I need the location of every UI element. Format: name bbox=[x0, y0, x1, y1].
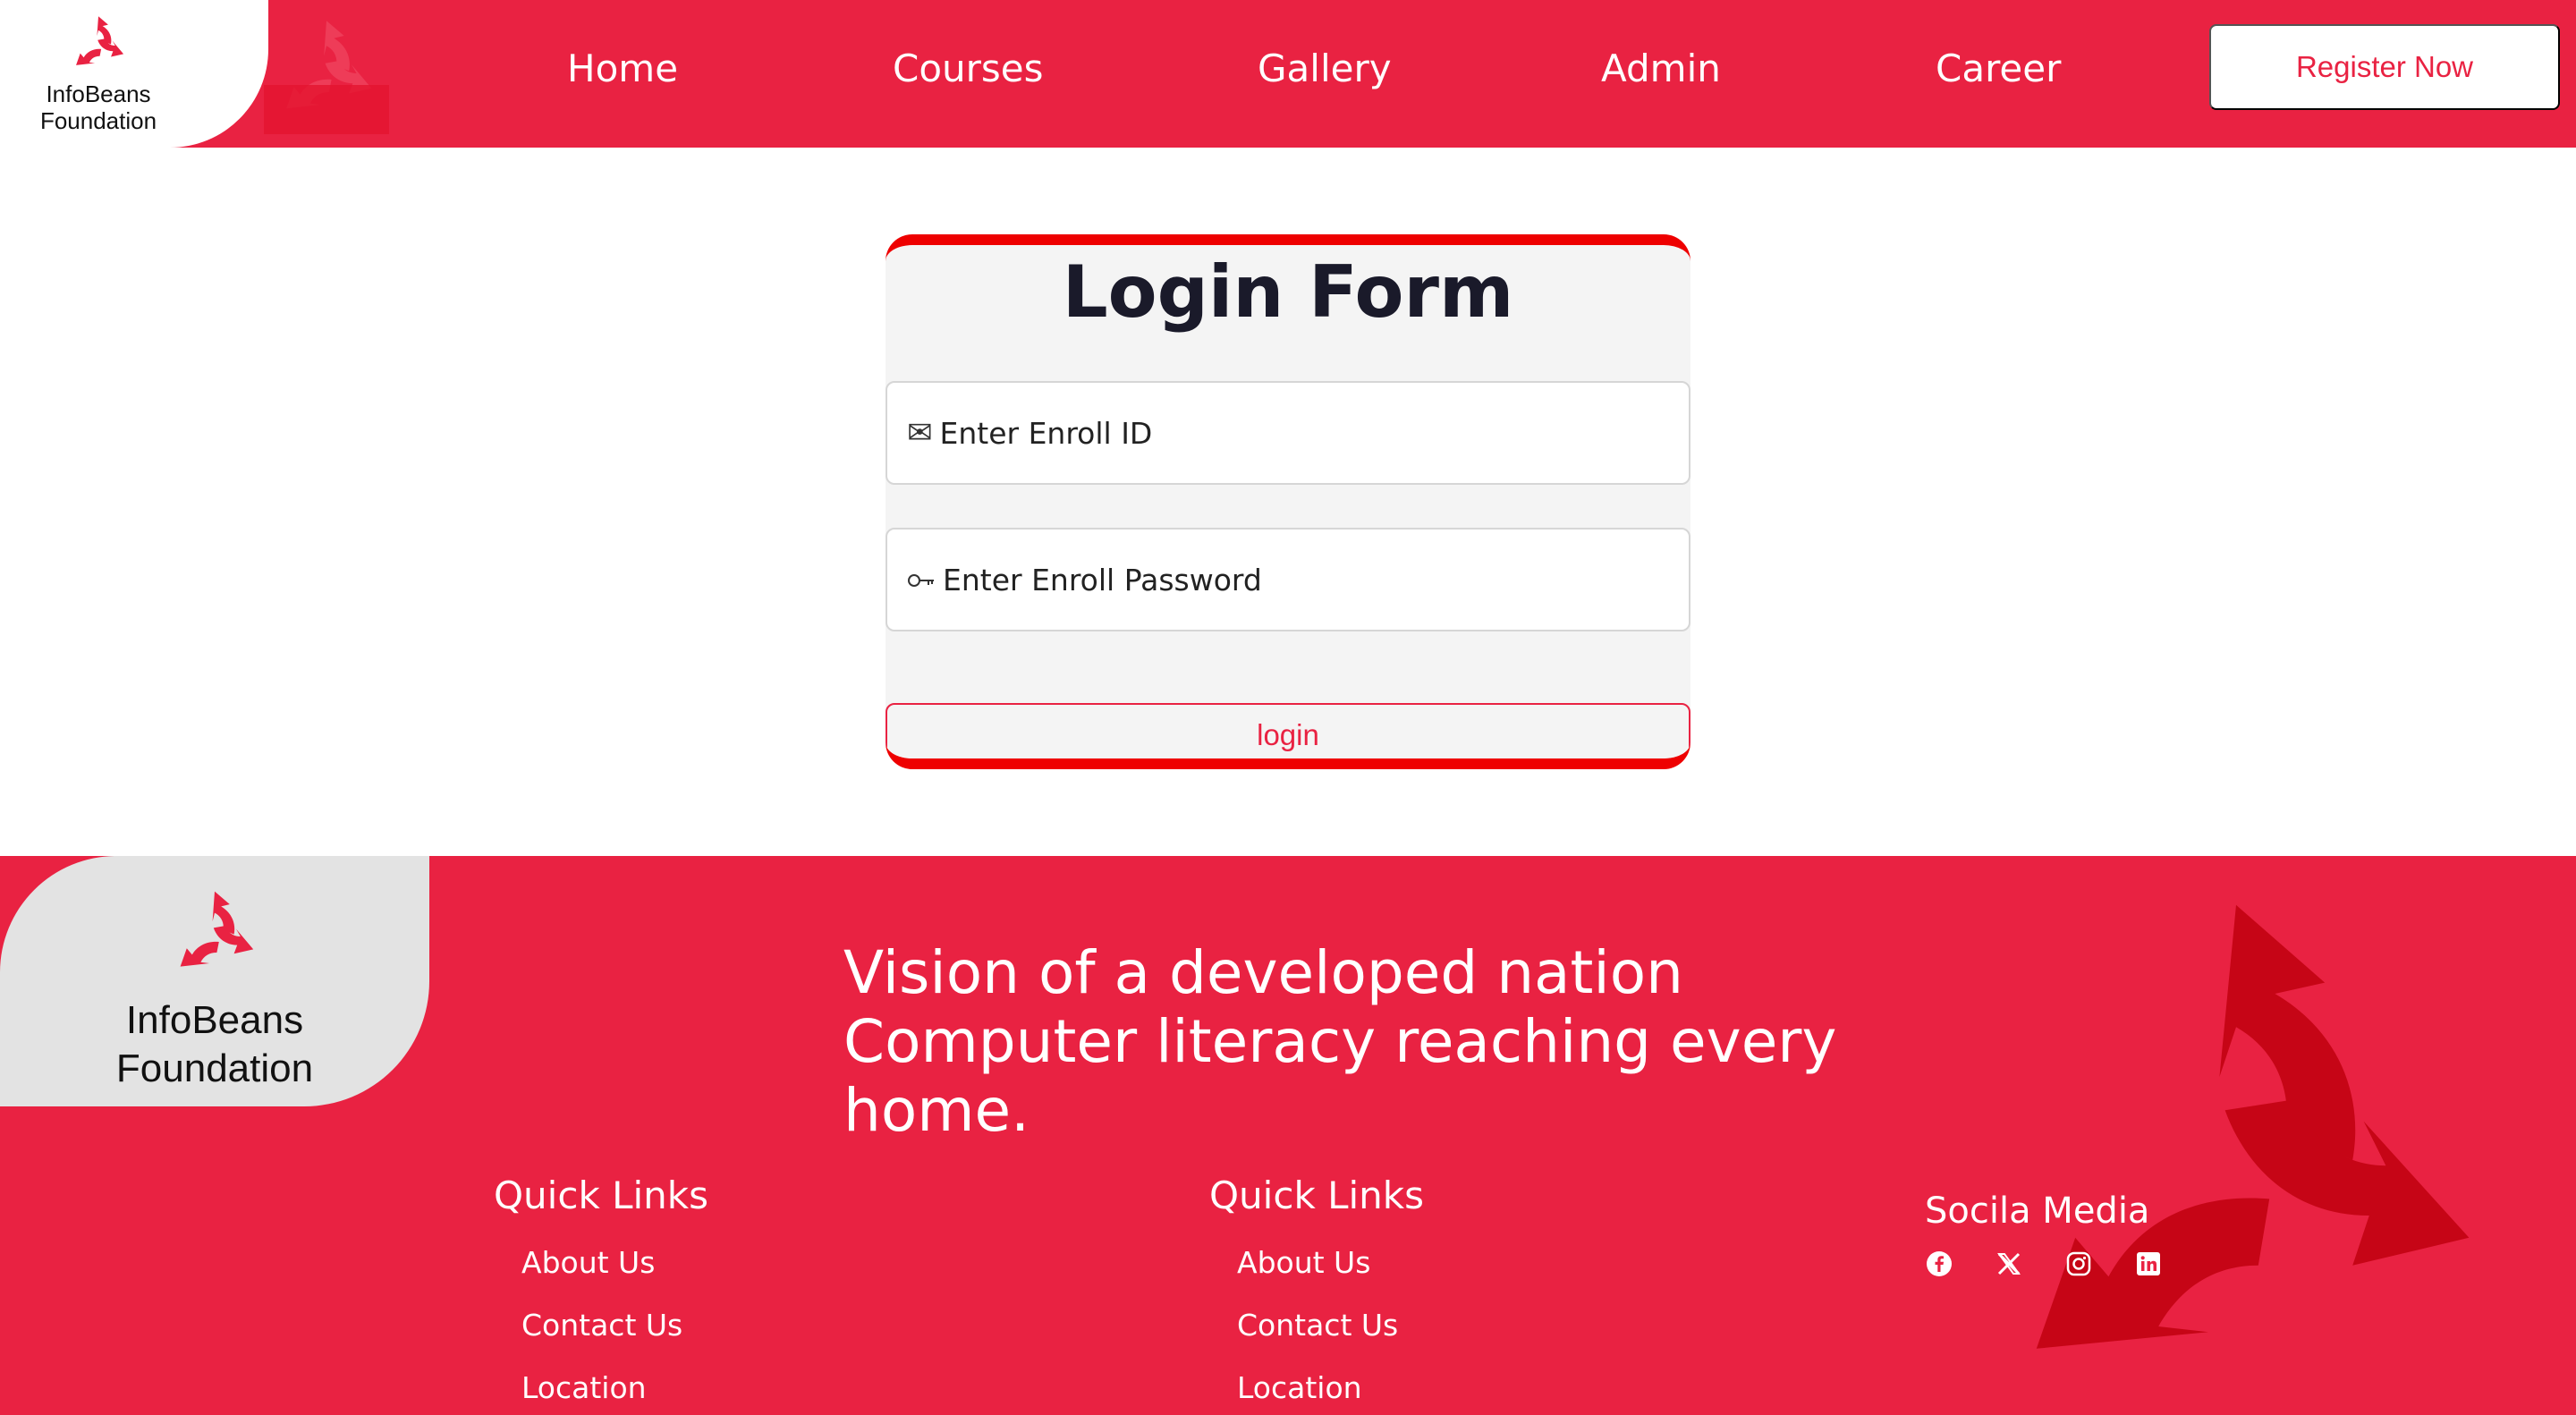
recycle-logo-icon bbox=[76, 16, 124, 65]
envelope-icon: ✉ bbox=[907, 415, 933, 451]
nav-gallery[interactable]: Gallery bbox=[1258, 47, 1392, 90]
quick-links-column-2: Quick Links About Us Contact Us Location bbox=[1209, 1174, 1478, 1415]
quick-links-column-1: Quick Links About Us Contact Us Location bbox=[494, 1174, 762, 1415]
footer-watermark-recycle-icon bbox=[2036, 904, 2470, 1349]
nav-admin[interactable]: Admin bbox=[1601, 47, 1721, 90]
nav-home[interactable]: Home bbox=[567, 47, 678, 90]
enroll-id-input[interactable] bbox=[939, 415, 1656, 451]
footer-link-location[interactable]: Location bbox=[1237, 1370, 1362, 1405]
footer-link-about-us[interactable]: About Us bbox=[521, 1245, 655, 1280]
vision-line-1: Vision of a developed nation bbox=[843, 938, 1683, 1007]
brand-name-line2: Foundation bbox=[39, 107, 157, 134]
nav-career[interactable]: Career bbox=[1936, 47, 2061, 90]
nav-courses[interactable]: Courses bbox=[893, 47, 1044, 90]
brand-logo[interactable]: InfoBeans Foundation bbox=[18, 11, 179, 136]
key-icon bbox=[907, 562, 936, 597]
instagram-icon[interactable] bbox=[2064, 1250, 2093, 1278]
footer-link-about-us[interactable]: About Us bbox=[1237, 1245, 1370, 1280]
footer-brand-line1: InfoBeans bbox=[125, 998, 304, 1042]
enroll-password-field[interactable] bbox=[886, 528, 1690, 631]
footer-logo-panel: InfoBeans Foundation bbox=[0, 856, 429, 1106]
enroll-id-field[interactable]: ✉ bbox=[886, 381, 1690, 485]
footer-link-contact-us[interactable]: Contact Us bbox=[1237, 1308, 1398, 1343]
register-now-button[interactable]: Register Now bbox=[2209, 24, 2560, 110]
vision-line-3: home. bbox=[843, 1076, 1030, 1145]
footer-link-contact-us[interactable]: Contact Us bbox=[521, 1308, 682, 1343]
brand-name-line1: InfoBeans bbox=[46, 80, 151, 107]
footer-brand-line2: Foundation bbox=[115, 1046, 314, 1090]
footer: InfoBeans Foundation Vision of a develop… bbox=[0, 856, 2576, 1415]
linkedin-icon[interactable] bbox=[2134, 1250, 2163, 1278]
vision-line-2: Computer literacy reaching every bbox=[843, 1007, 1837, 1076]
facebook-icon[interactable] bbox=[1925, 1250, 1953, 1278]
login-form-title: Login Form bbox=[1062, 250, 1514, 334]
ghost-block bbox=[264, 85, 389, 134]
login-form: Login Form ✉ login bbox=[886, 234, 1690, 769]
quick-links-title: Quick Links bbox=[1209, 1174, 1425, 1217]
footer-brand-logo[interactable]: InfoBeans Foundation bbox=[80, 883, 349, 1090]
social-media-title: Socila Media bbox=[1925, 1190, 2150, 1232]
footer-recycle-logo-icon bbox=[180, 891, 254, 967]
vision-statement: Vision of a developed nation Computer li… bbox=[843, 938, 1917, 1145]
top-navbar: InfoBeans Foundation Home Courses Galler… bbox=[0, 0, 2576, 148]
logo-panel: InfoBeans Foundation bbox=[0, 0, 268, 148]
x-icon[interactable] bbox=[1995, 1250, 2023, 1278]
login-button[interactable]: login bbox=[886, 703, 1690, 758]
enroll-password-input[interactable] bbox=[943, 562, 1658, 597]
quick-links-title: Quick Links bbox=[494, 1174, 709, 1217]
footer-link-location[interactable]: Location bbox=[521, 1370, 647, 1405]
social-media-icons bbox=[1925, 1250, 2163, 1278]
